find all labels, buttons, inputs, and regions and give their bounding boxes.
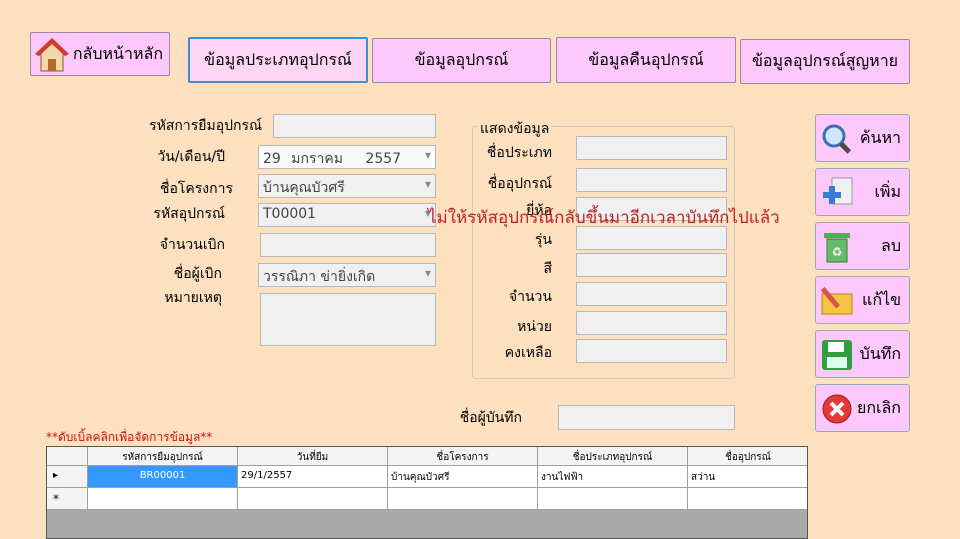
floppy-disk-icon [822, 340, 852, 370]
date-month: มกราคม [291, 151, 343, 167]
table-cell[interactable] [388, 488, 538, 510]
table-cell[interactable]: 29/1/2557 [238, 466, 388, 488]
quantity-label: จำนวนเบิก [159, 237, 225, 253]
add-label: เพิ่ม [874, 181, 901, 201]
delete-label: ลบ [881, 235, 901, 255]
display-field [576, 136, 727, 160]
magnifier-icon [822, 124, 852, 154]
hint-text: **ดับเบิ้ลคลิกเพื่อจัดการข้อมูล** [46, 430, 213, 444]
display-group-title: แสดงข้อมูล [478, 118, 552, 140]
display-field [576, 253, 727, 277]
table-cell[interactable] [88, 488, 238, 510]
new-row[interactable]: * [47, 488, 807, 510]
data-grid[interactable]: รหัสการยืมอุปกรณ์ วันที่ยืม ชื่อโครงการ … [46, 446, 808, 539]
column-header[interactable]: ชื่อโครงการ [388, 447, 538, 466]
row-header-corner [47, 447, 88, 466]
date-label: วัน/เดือน/ปี [157, 149, 225, 165]
row-marker[interactable]: ▸ [47, 466, 88, 488]
house-icon [35, 38, 69, 72]
table-cell[interactable] [538, 488, 688, 510]
delete-button[interactable]: ♻ ลบ [815, 222, 910, 270]
recorder-label: ชื่อผู้บันทึก [459, 410, 522, 426]
tab-return[interactable]: ข้อมูลคืนอุปกรณ์ [556, 37, 736, 83]
table-cell[interactable]: งานไฟฟ้า [538, 466, 688, 488]
table-cell[interactable]: บ้านคุณบัวศรี [388, 466, 538, 488]
home-button[interactable]: กลับหน้าหลัก [30, 32, 170, 76]
search-label: ค้นหา [859, 127, 901, 147]
tab-label: ข้อมูลคืนอุปกรณ์ [588, 49, 704, 69]
search-button[interactable]: ค้นหา [815, 114, 910, 162]
tab-label: ข้อมูลประเภทอุปกรณ์ [204, 49, 352, 69]
tab-device-type[interactable]: ข้อมูลประเภทอุปกรณ์ [188, 37, 368, 83]
display-label: คงเหลือ [504, 345, 552, 361]
table-cell[interactable] [688, 488, 807, 510]
table-header-row: รหัสการยืมอุปกรณ์ วันที่ยืม ชื่อโครงการ … [47, 447, 807, 466]
note-field[interactable] [260, 293, 436, 346]
quantity-field[interactable] [260, 233, 436, 257]
display-label: รุ่น [534, 232, 552, 248]
new-row-marker[interactable]: * [47, 488, 88, 510]
display-label: หน่วย [517, 319, 552, 335]
tab-device[interactable]: ข้อมูลอุปกรณ์ [372, 38, 551, 83]
display-field [576, 282, 727, 306]
home-label: กลับหน้าหลัก [72, 43, 163, 63]
edit-button[interactable]: แก้ไข [815, 276, 910, 324]
project-label: ชื่อโครงการ [159, 181, 233, 197]
cancel-icon [822, 394, 852, 424]
column-header[interactable]: วันที่ยืม [238, 447, 388, 466]
save-button[interactable]: บันทึก [815, 330, 910, 378]
cancel-button[interactable]: ยกเลิก [815, 384, 910, 432]
display-field [576, 168, 727, 192]
edit-label: แก้ไข [862, 289, 901, 309]
project-select[interactable]: บ้านคุณบัวศรี [258, 174, 436, 198]
date-picker[interactable]: 29 มกราคม 2557 [258, 145, 436, 169]
display-field [576, 311, 727, 335]
display-label: สี [543, 261, 552, 277]
edit-icon [820, 286, 853, 315]
add-icon [823, 177, 853, 205]
note-label: หมายเหตุ [164, 290, 222, 306]
svg-text:♻: ♻ [832, 245, 843, 259]
display-field [576, 339, 727, 363]
display-label: จำนวน [508, 289, 552, 305]
column-header[interactable]: ชื่ออุปกรณ์ [688, 447, 807, 466]
requester-select[interactable]: วรรณิภา ข่ายิ่งเกิด [258, 263, 436, 287]
add-button[interactable]: เพิ่ม [815, 168, 910, 216]
table-cell[interactable]: BR00001 [88, 466, 238, 488]
display-label: ชื่อประเภท [486, 145, 552, 161]
tab-lost[interactable]: ข้อมูลอุปกรณ์สูญหาย [740, 39, 910, 84]
device-code-select[interactable]: T00001 [258, 203, 436, 227]
column-header[interactable]: ชื่อประเภทอุปกรณ์ [538, 447, 688, 466]
recycle-bin-icon: ♻ [824, 233, 850, 263]
tab-label: ข้อมูลอุปกรณ์สูญหาย [751, 51, 899, 70]
annotation-text: ไม่ให้รหัสอุปกรณ์กลับขึ้นมาอีกเวลาบันทึก… [428, 208, 780, 228]
tab-label: ข้อมูลอุปกรณ์ [414, 50, 509, 69]
column-header[interactable]: รหัสการยืมอุปกรณ์ [88, 447, 238, 466]
device-code-label: รหัสอุปกรณ์ [153, 206, 225, 222]
borrow-code-label: รหัสการยืมอุปกรณ์ [149, 118, 262, 134]
display-label: ชื่ออุปกรณ์ [487, 176, 552, 192]
table-cell[interactable]: สว่าน [688, 466, 807, 488]
date-year: 2557 [365, 151, 402, 167]
cancel-label: ยกเลิก [856, 397, 901, 417]
borrow-code-field[interactable] [273, 114, 436, 138]
recorder-field [558, 405, 735, 430]
date-day: 29 [263, 151, 281, 167]
table-row[interactable]: ▸ BR00001 29/1/2557 บ้านคุณบัวศรี งานไฟฟ… [47, 466, 807, 488]
table-cell[interactable] [238, 488, 388, 510]
save-label: บันทึก [859, 343, 901, 363]
requester-label: ชื่อผู้เบิก [173, 266, 222, 282]
